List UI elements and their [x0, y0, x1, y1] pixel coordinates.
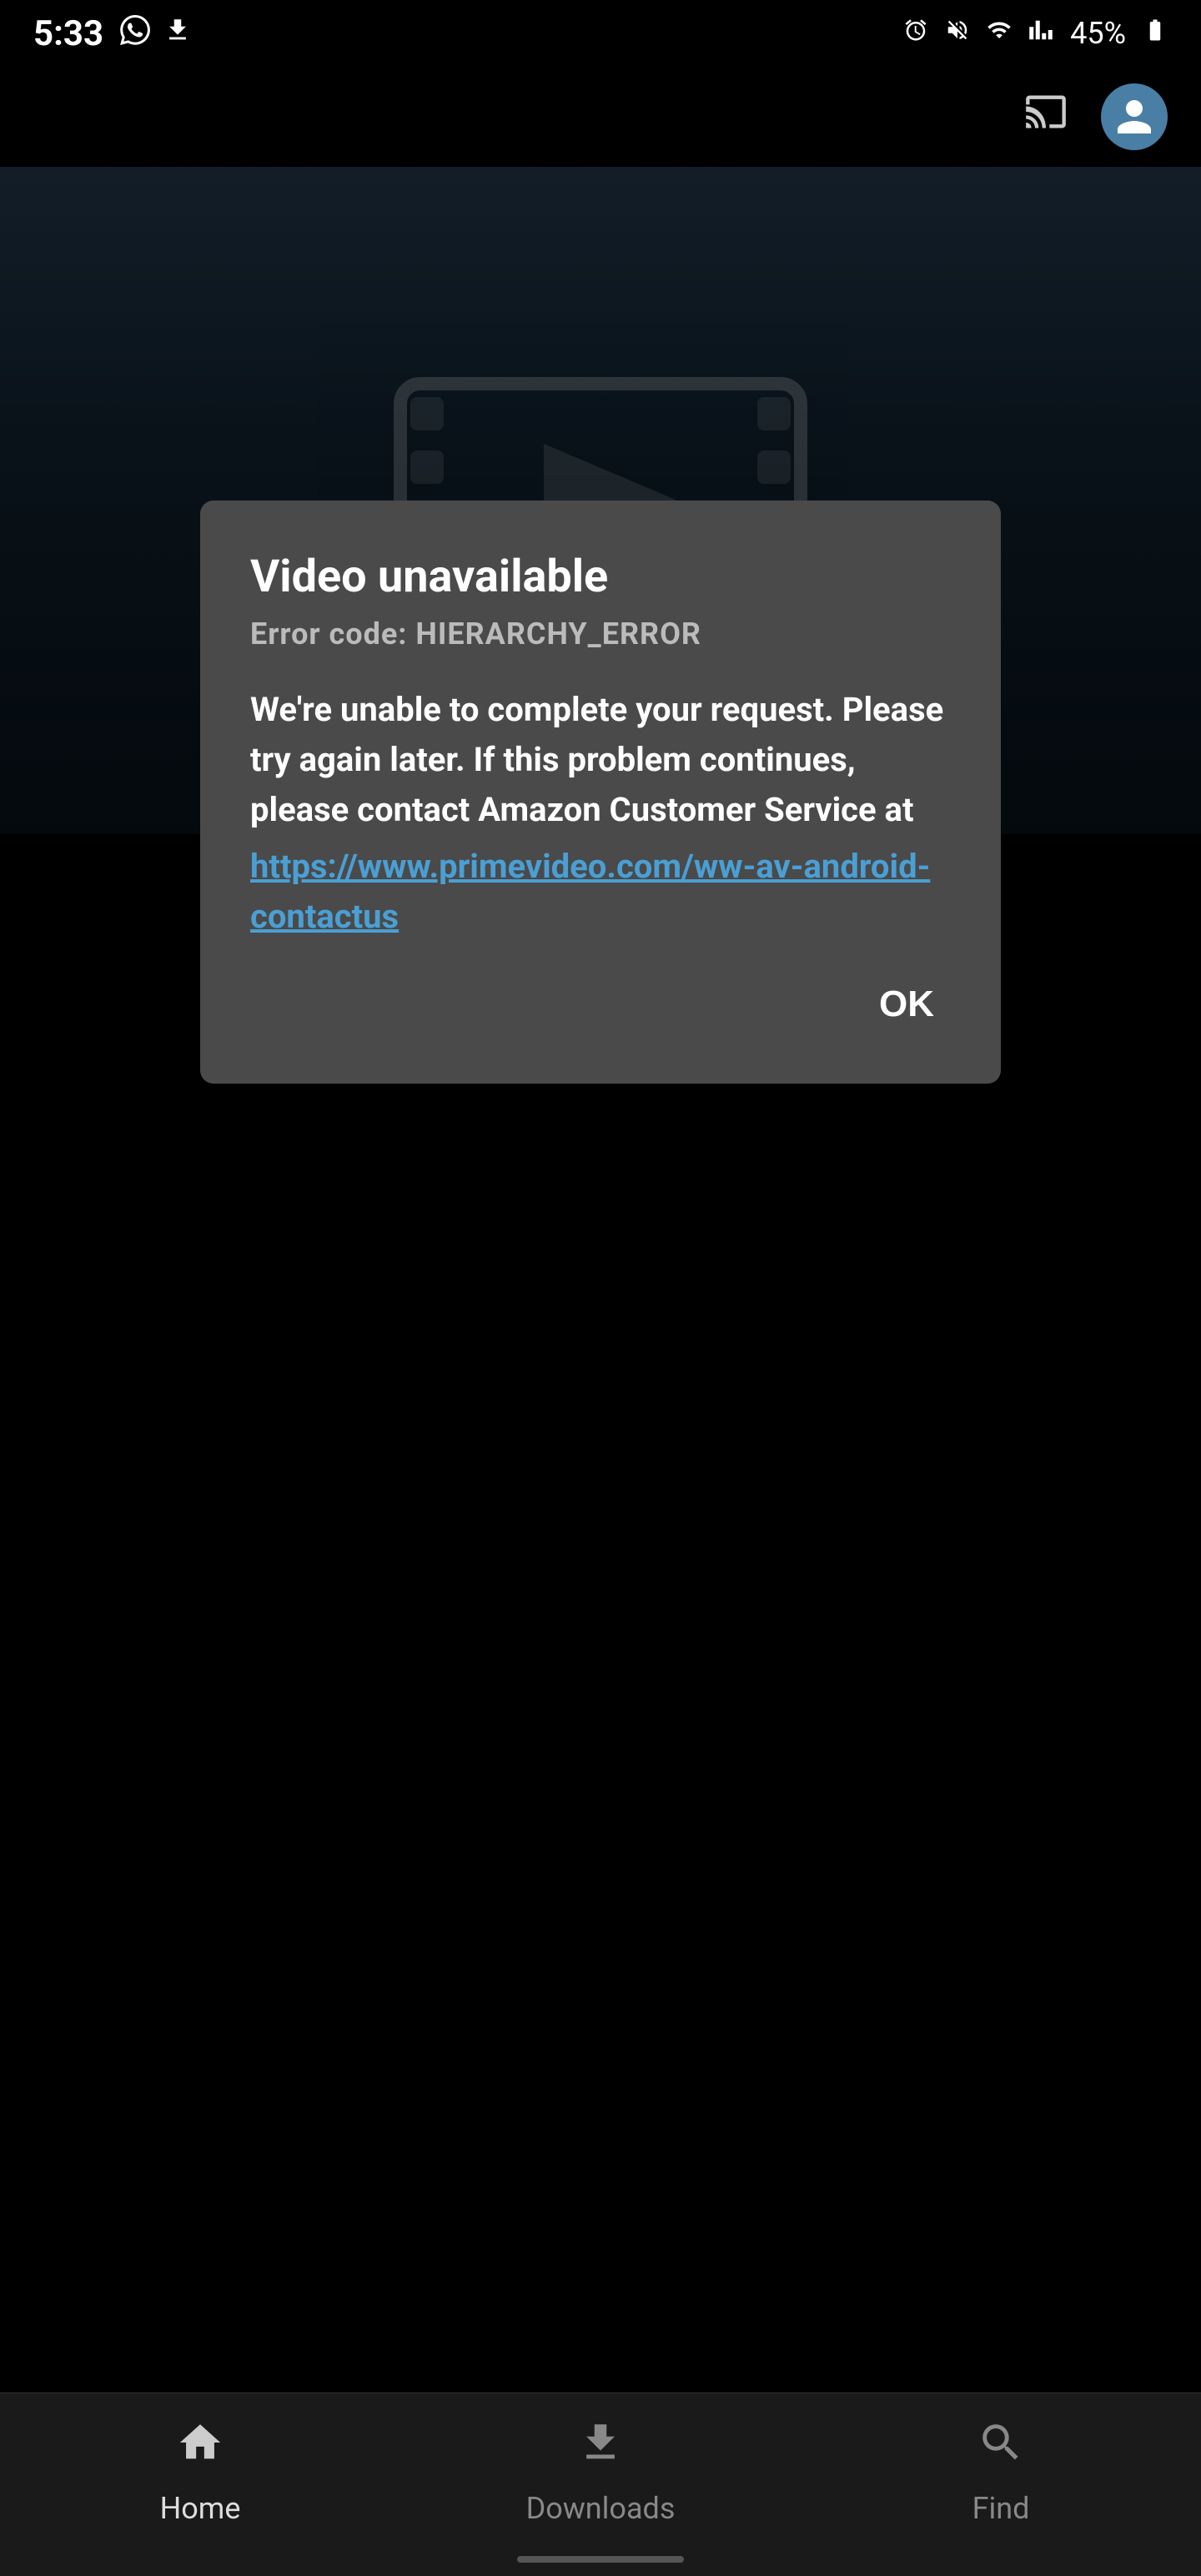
wifi-icon	[987, 18, 1012, 49]
status-bar: 5:33	[0, 0, 1201, 67]
signal-icon	[1028, 18, 1053, 49]
status-bar-left: 5:33	[33, 13, 192, 54]
ok-button[interactable]: OK	[862, 975, 951, 1034]
dialog-error-code: Error code: HIERARCHY_ERROR	[250, 616, 951, 652]
bottom-nav: Home Downloads Find	[0, 2392, 1201, 2576]
mute-icon	[945, 18, 970, 49]
home-icon	[176, 2418, 224, 2479]
app-header	[0, 67, 1201, 167]
nav-label-downloads: Downloads	[526, 2491, 676, 2526]
status-icons-left	[120, 15, 192, 53]
error-code-value: HIERARCHY_ERROR	[415, 616, 701, 652]
status-time: 5:33	[33, 13, 103, 54]
status-bar-right: 45%	[903, 16, 1168, 51]
dialog-title: Video unavailable	[250, 551, 951, 603]
whatsapp-icon	[120, 15, 150, 53]
dialog-actions: OK	[250, 975, 951, 1034]
dialog-message: We're unable to complete your request. P…	[250, 685, 951, 835]
dialog-link[interactable]: https://www.primevideo.com/ww-av-android…	[250, 842, 951, 942]
download-status-icon	[163, 16, 192, 52]
nav-item-downloads[interactable]: Downloads	[517, 2418, 684, 2526]
nav-item-home[interactable]: Home	[117, 2418, 284, 2526]
nav-label-find: Find	[972, 2491, 1030, 2526]
error-dialog: Video unavailable Error code: HIERARCHY_…	[200, 501, 1001, 1084]
find-icon	[977, 2418, 1025, 2479]
error-code-label: Error code:	[250, 616, 415, 652]
battery-icon	[1143, 18, 1168, 49]
alarm-icon	[903, 18, 928, 49]
avatar-button[interactable]	[1101, 83, 1168, 150]
downloads-icon	[576, 2418, 625, 2479]
home-indicator	[517, 2556, 684, 2563]
cast-button[interactable]	[1024, 90, 1068, 143]
nav-item-find[interactable]: Find	[917, 2418, 1084, 2526]
battery-percent: 45%	[1070, 16, 1126, 51]
nav-label-home: Home	[160, 2491, 241, 2526]
